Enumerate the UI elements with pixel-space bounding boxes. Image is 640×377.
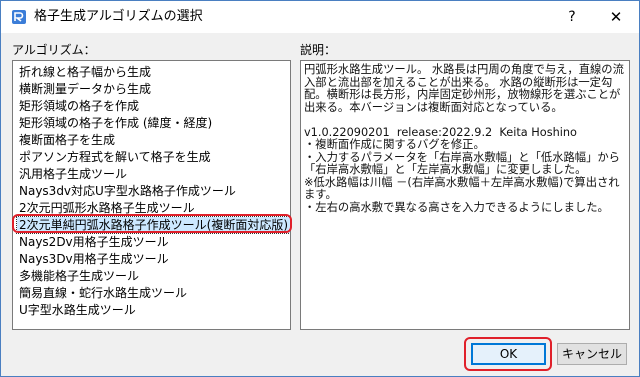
app-icon [11, 9, 27, 25]
close-button[interactable]: ✕ [593, 1, 639, 33]
algorithm-label: アルゴリズム： [12, 43, 96, 57]
description-text: 円弧形水路生成ツール。 水路長は円周の角度で与え，直線の流入部と流出部を加えるこ… [304, 63, 624, 214]
list-item-selected[interactable]: 2次元単純円弧水路格子作成ツール(複断面対応版) [16, 216, 290, 234]
algorithm-listbox[interactable]: 折れ線と格子幅から生成 横断測量データから生成 矩形領域の格子を作成 矩形領域の… [12, 60, 291, 330]
list-item[interactable]: 簡易直線・蛇行水路生成ツール [17, 285, 189, 301]
list-item[interactable]: ポアソン方程式を解いて格子を生成 [17, 149, 213, 165]
list-item[interactable]: 2次元円弧形水路格子生成ツール [17, 200, 197, 216]
list-item[interactable]: Nays3Dv用格子生成ツール [17, 251, 171, 267]
list-item[interactable]: 矩形領域の格子を作成 [17, 98, 141, 114]
window-title: 格子生成アルゴリズムの選択 [34, 9, 203, 24]
dialog-window: 格子生成アルゴリズムの選択 ? ✕ アルゴリズム： 説明： 折れ線と格子幅から生… [0, 0, 640, 377]
list-item[interactable]: 多機能格子生成ツール [17, 268, 141, 284]
list-item[interactable]: 矩形領域の格子を作成 (緯度・経度) [17, 115, 214, 131]
list-item[interactable]: U字型水路生成ツール [17, 302, 138, 318]
cancel-button[interactable]: キャンセル [557, 343, 627, 365]
list-item[interactable]: 汎用格子生成ツール [17, 166, 129, 182]
list-item[interactable]: 複断面格子を生成 [17, 132, 117, 148]
list-item[interactable]: Nays3dv対応U字型水路格子作成ツール [17, 183, 238, 199]
list-item[interactable]: 折れ線と格子幅から生成 [17, 64, 153, 80]
title-bar[interactable]: 格子生成アルゴリズムの選択 ? ✕ [1, 1, 639, 33]
list-item[interactable]: Nays2Dv用格子生成ツール [17, 234, 171, 250]
description-box: 円弧形水路生成ツール。 水路長は円周の角度で与え，直線の流入部と流出部を加えるこ… [300, 60, 630, 330]
list-item[interactable]: 横断測量データから生成 [17, 81, 153, 97]
help-button[interactable]: ? [557, 1, 587, 33]
ok-button[interactable]: OK [471, 343, 546, 365]
description-label: 説明： [300, 43, 337, 57]
